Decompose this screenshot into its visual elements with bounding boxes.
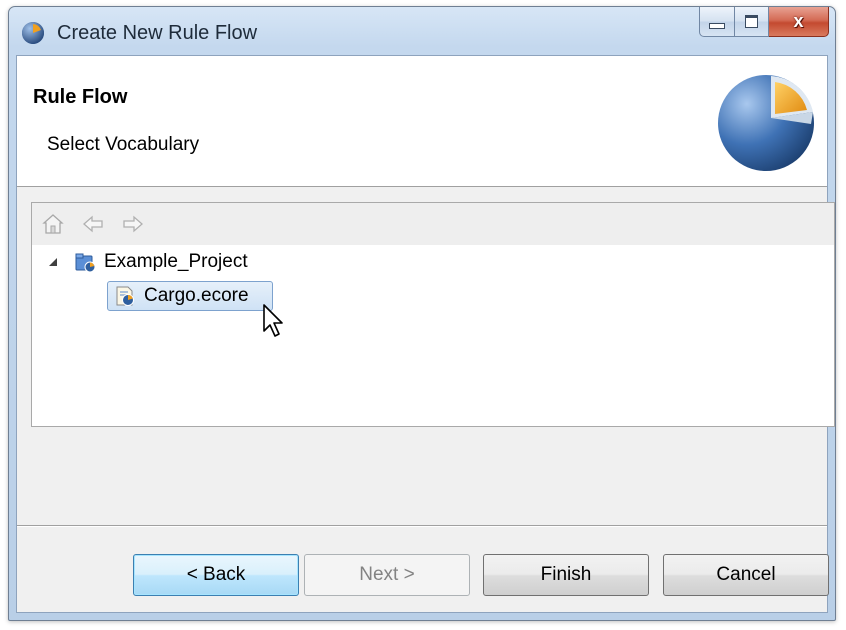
footer-separator [17,525,827,526]
pie-logo-icon [718,75,814,171]
tree-node-cargo-ecore[interactable]: Cargo.ecore [107,281,273,311]
finish-button[interactable]: Finish [483,554,649,596]
back-arrow-icon[interactable] [82,213,104,235]
wizard-header: Rule Flow Select Vocabulary [17,56,827,187]
cancel-button[interactable]: Cancel [663,554,829,596]
window-controls: x [699,7,829,39]
vocabulary-file-icon [116,286,134,306]
vocabulary-tree-panel: Example_Project Cargo.ecore [31,202,835,427]
close-button[interactable]: x [769,7,829,37]
dialog-client-area: Rule Flow Select Vocabulary Example_Proj… [16,55,835,613]
window-title: Create New Rule Flow [57,22,258,44]
mouse-pointer-icon [263,304,283,337]
minimize-icon [709,22,725,29]
close-icon: x [793,11,804,31]
app-icon [22,22,44,44]
tree-node-example-project[interactable]: Example_Project [48,247,348,277]
dialog-window: Create New Rule Flow x Rule Flow Select … [8,6,836,621]
next-button[interactable]: Next > [304,554,470,596]
project-folder-icon [75,253,96,273]
tree-toolbar [32,203,834,245]
page-description: Select Vocabulary [47,134,200,155]
back-button[interactable]: < Back [133,554,299,596]
page-title: Rule Flow [33,86,128,108]
minimize-button[interactable] [699,7,735,37]
maximize-icon [745,15,758,28]
forward-arrow-icon[interactable] [122,213,144,235]
maximize-button[interactable] [735,7,769,37]
expanded-triangle-icon[interactable] [48,257,58,267]
tree-node-label: Cargo.ecore [144,285,249,306]
home-icon[interactable] [42,213,64,235]
title-bar[interactable]: Create New Rule Flow x [9,7,835,55]
tree-node-label: Example_Project [104,251,248,272]
